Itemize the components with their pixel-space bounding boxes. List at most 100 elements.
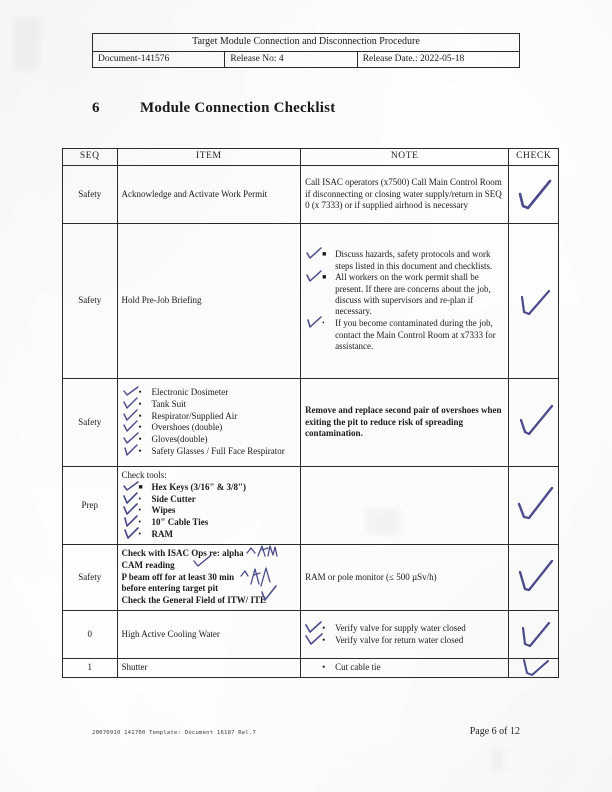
- row-note: Call ISAC operators (x7500) Call Main Co…: [300, 164, 510, 224]
- list-item-label: Wipes: [151, 505, 176, 516]
- list-item: • Electronic Dosimeter: [122, 386, 297, 398]
- module-connection-checklist-table: SEQ ITEM NOTE CHECK Safety Acknowledge a…: [62, 148, 559, 678]
- row-seq: Safety: [62, 543, 118, 612]
- note-bullet-list: • Verify valve for supply water closed •…: [305, 620, 504, 646]
- scanned-page: Target Module Connection and Disconnecti…: [0, 0, 612, 792]
- list-item-label: Discuss hazards, safety protocols and wo…: [335, 249, 493, 271]
- item-line: Check the General Field of ITW/ ITE: [121, 595, 267, 606]
- list-item-label: Side Cutter: [151, 493, 196, 504]
- handwritten-tick-icon: [305, 316, 323, 329]
- list-item-label: RAM: [151, 529, 174, 540]
- note-bullet-list: ■ Discuss hazards, safety protocols and …: [305, 247, 504, 352]
- list-item: • Side Cutter: [122, 491, 297, 505]
- list-item: • Gloves(double): [122, 432, 297, 445]
- handwritten-tick-icon: [305, 270, 323, 283]
- footer-template-info: 20070910 141700 Template: Document 16187…: [92, 730, 257, 736]
- list-item: • Cut cable tie: [305, 662, 504, 673]
- header-title-row: Target Module Connection and Disconnecti…: [92, 33, 520, 52]
- row-check-cell[interactable]: [508, 465, 559, 545]
- list-item: • Safety Glasses / Full Face Respirator: [122, 444, 297, 457]
- list-item-label: Verify valve for return water closed: [335, 634, 464, 645]
- table-row: Safety • Electronic Dosimeter • Tank Sui…: [62, 377, 559, 467]
- row-seq: Safety: [62, 164, 118, 224]
- list-item-label: All workers on the work permit shall be …: [335, 272, 491, 317]
- row-check-cell[interactable]: [508, 377, 559, 467]
- item-line: P beam off for at least 30 min: [121, 571, 235, 582]
- column-header-note: NOTE: [300, 148, 510, 166]
- ppe-bullet-list: • Electronic Dosimeter • Tank Suit • Res…: [122, 386, 297, 457]
- list-item: • Verify valve for return water closed: [305, 632, 504, 646]
- row-check-cell[interactable]: [508, 164, 559, 224]
- bullet-marker: ■: [322, 250, 327, 259]
- list-item: ■ Hex Keys (3/16" & 3/8"): [122, 481, 297, 493]
- tools-bullet-list: ■ Hex Keys (3/16" & 3/8") • Side Cutter: [122, 481, 297, 541]
- row-note: RAM or pole monitor (≤ 500 µSv/h): [300, 543, 510, 612]
- table-row: Prep Check tools: ■ Hex Keys (3/16" & 3/…: [62, 465, 559, 545]
- item-line: Check with ISAC Ops re: alpha: [121, 547, 244, 558]
- release-number: Release No: 4: [224, 50, 358, 69]
- item-text-lines: Check with ISAC Ops re: alpha CAM readin…: [122, 548, 297, 607]
- list-item-label: Gloves(double): [151, 434, 208, 445]
- row-note: [300, 465, 510, 545]
- list-item: • If you become contaminated during the …: [305, 316, 504, 352]
- list-item-label: Hex Keys (3/16" & 3/8"): [151, 481, 247, 492]
- list-item-label: If you become contaminated during the jo…: [335, 318, 496, 351]
- list-item: • Overshoes (double): [122, 420, 297, 433]
- handwritten-check-icon: [514, 176, 554, 212]
- list-item-label: 10" Cable Ties: [151, 517, 209, 528]
- row-item: Acknowledge and Activate Work Permit: [116, 164, 302, 224]
- bullet-marker: •: [322, 634, 326, 645]
- document-header-title: Target Module Connection and Disconnecti…: [92, 33, 520, 52]
- item-line: CAM reading: [121, 559, 175, 570]
- scan-smudge: [492, 748, 502, 770]
- row-item: Check tools: ■ Hex Keys (3/16" & 3/8") •…: [116, 465, 302, 545]
- handwritten-check-icon: [514, 559, 554, 596]
- handwritten-tick-icon: [305, 247, 323, 260]
- row-note: ■ Discuss hazards, safety protocols and …: [300, 222, 510, 379]
- column-header-seq: SEQ: [62, 148, 118, 166]
- page-footer: 20070910 141700 Template: Document 16187…: [92, 726, 520, 737]
- handwritten-check-icon: [514, 617, 554, 653]
- list-item: • 10" Cable Ties: [122, 515, 297, 528]
- bullet-marker: ■: [322, 273, 327, 282]
- table-row: Safety Acknowledge and Activate Work Per…: [62, 164, 559, 224]
- table-row: Safety Hold Pre-Job Briefing ■ Discuss h…: [62, 222, 559, 379]
- row-check-cell[interactable]: [508, 222, 559, 379]
- row-item: • Electronic Dosimeter • Tank Suit • Res…: [116, 377, 302, 467]
- list-item-label: Tank Suit: [151, 398, 187, 409]
- row-check-cell[interactable]: [508, 610, 559, 660]
- bullet-marker: •: [322, 662, 326, 673]
- page-title: 6 Module Connection Checklist: [92, 100, 335, 117]
- list-item: ■ Discuss hazards, safety protocols and …: [305, 247, 504, 272]
- scan-smudge: [14, 18, 40, 70]
- document-header-table: Target Module Connection and Disconnecti…: [91, 33, 521, 69]
- bullet-marker: •: [138, 530, 141, 539]
- row-note: Remove and replace second pair of oversh…: [300, 377, 510, 467]
- handwritten-tick-icon: [122, 444, 140, 457]
- bullet-marker: •: [138, 506, 141, 515]
- document-number: Document-141576: [91, 50, 226, 69]
- row-check-cell[interactable]: [508, 543, 559, 612]
- row-note: • Cut cable tie: [300, 658, 510, 678]
- table-row: 0 High Active Cooling Water • Verify val…: [62, 610, 559, 660]
- list-item: • Verify valve for supply water closed: [305, 620, 504, 634]
- list-item: • Tank Suit: [122, 397, 297, 410]
- row-item: Check with ISAC Ops re: alpha CAM readin…: [116, 543, 302, 612]
- list-item: • Respirator/Supplied Air: [122, 408, 297, 422]
- list-item-label: Electronic Dosimeter: [151, 386, 229, 397]
- row-check-cell[interactable]: [508, 658, 559, 678]
- handwritten-tick-icon: [122, 527, 140, 540]
- list-item: ■ All workers on the work permit shall b…: [305, 270, 504, 317]
- list-item-label: Cut cable tie: [335, 662, 381, 673]
- row-seq: 1: [62, 658, 118, 678]
- list-item-label: Overshoes (double): [151, 422, 223, 433]
- section-number: 6: [92, 100, 100, 116]
- column-header-item: ITEM: [116, 148, 302, 166]
- row-item: Shutter: [116, 658, 302, 678]
- row-item: Hold Pre-Job Briefing: [116, 222, 302, 379]
- footer-page-number: Page 6 of 12: [469, 726, 520, 737]
- handwritten-tick-icon: [305, 632, 323, 646]
- list-item-label: Verify valve for supply water closed: [335, 622, 466, 633]
- handwritten-check-icon: [514, 404, 554, 440]
- release-date: Release Date.: 2022-05-18: [356, 50, 521, 69]
